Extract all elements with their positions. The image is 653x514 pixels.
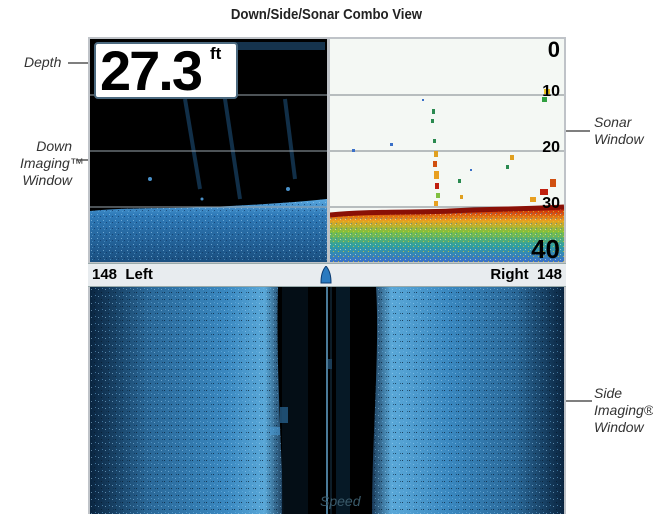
side-imaging-callout-line3: Window [594, 419, 644, 435]
depth-unit: ft [210, 44, 222, 63]
depth-scale-20: 20 [542, 139, 560, 156]
sonar-window[interactable]: 0 10 20 30 40 [330, 39, 564, 262]
side-imaging-callout-line1: Side [594, 385, 623, 401]
boat-icon [320, 266, 332, 284]
depth-scale-0: 0 [547, 39, 560, 62]
depth-scale-10: 10 [542, 83, 560, 100]
sonar-callout-line1: Sonar [594, 114, 632, 130]
right-range-label: Right 148 [490, 266, 562, 283]
depth-scale-30: 30 [542, 195, 560, 212]
sonar-callout: Sonar Window [594, 114, 644, 148]
left-range-label: 148 Left [92, 266, 153, 283]
depth-value: 27.3 [100, 39, 203, 102]
fishfinder-screen: 27.3 ft 0 10 20 30 40 148 Left Right 148… [88, 37, 566, 514]
depth-scale-40: 40 [531, 234, 560, 262]
down-imaging-window[interactable]: 27.3 ft [90, 39, 327, 262]
down-imaging-callout-line2: Imaging™ [20, 155, 84, 171]
page-title: Down/Side/Sonar Combo View [230, 6, 423, 23]
sonar-callout-line2: Window [594, 131, 644, 147]
down-imaging-callout-line3: Window [22, 172, 72, 188]
side-range-bar: 148 Left Right 148 [88, 263, 566, 287]
side-imaging-view [90, 287, 564, 514]
sonar-view [330, 39, 564, 262]
side-imaging-callout-line2: Imaging® [594, 402, 653, 418]
down-imaging-callout: Down Imaging™ Window [20, 138, 84, 189]
side-imaging-window[interactable]: Speed [90, 287, 564, 514]
depth-callout-label: Depth [24, 54, 62, 70]
depth-readout: 27.3 ft [94, 39, 238, 102]
side-imaging-callout: Side Imaging® Window [594, 385, 653, 436]
speed-label: Speed [320, 493, 361, 509]
down-imaging-callout-line1: Down [36, 138, 72, 154]
depth-callout: Depth [24, 54, 61, 71]
